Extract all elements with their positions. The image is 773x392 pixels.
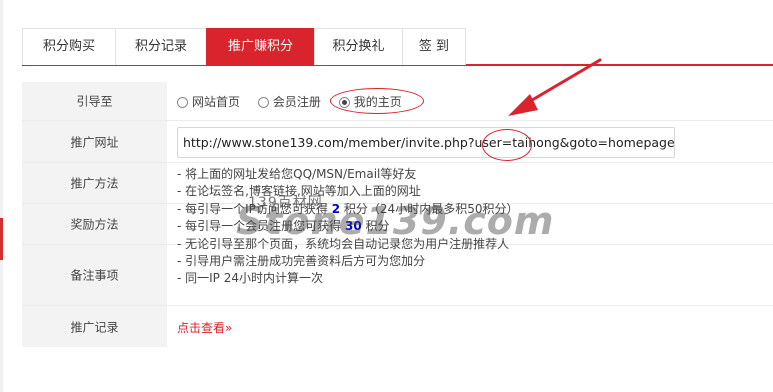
instruction-line: - 引导用户需注册成功完善资料后方可为您加分 bbox=[177, 253, 426, 268]
label-method: 推广方法 bbox=[22, 163, 167, 203]
label-url: 推广网址 bbox=[22, 121, 167, 162]
label-notes: 备注事项 bbox=[22, 245, 167, 305]
tab-points-record[interactable]: 积分记录 bbox=[115, 28, 207, 65]
label-guide: 引导至 bbox=[22, 82, 167, 120]
radio-homepage[interactable]: 网站首页 bbox=[177, 93, 240, 110]
instruction-line: - 每引导一个会员注册您可获得 30 积分 bbox=[177, 219, 390, 234]
annotation-ellipse-username bbox=[482, 129, 532, 161]
row-record: 推广记录 点击查看» bbox=[22, 306, 773, 347]
radio-circle-icon bbox=[177, 97, 188, 108]
label-record: 推广记录 bbox=[22, 306, 167, 347]
row-url: 推广网址 http://www.stone139.com/member/invi… bbox=[22, 121, 773, 163]
instruction-line: - 将上面的网址发给您QQ/MSN/Email等好友 bbox=[177, 167, 417, 181]
annotation-ellipse-my-homepage bbox=[330, 88, 424, 114]
instruction-line: - 在论坛签名,博客链接,网站等加入上面的网址 bbox=[177, 184, 421, 199]
annotation-arrow-icon bbox=[508, 58, 602, 116]
radio-register[interactable]: 会员注册 bbox=[257, 93, 321, 110]
left-accent-mark bbox=[0, 218, 3, 260]
view-records-link[interactable]: 点击查看» bbox=[177, 319, 232, 336]
instruction-line: - 同一IP 24小时内计算一次 bbox=[177, 271, 324, 286]
page-left-edge bbox=[0, 0, 3, 392]
radio-circle-icon bbox=[257, 97, 269, 108]
tab-points-purchase[interactable]: 积分购买 bbox=[22, 28, 116, 65]
tab-bar: 积分购买 积分记录 推广赚积分 积分换礼 签 到 bbox=[22, 28, 773, 66]
tab-checkin[interactable]: 签 到 bbox=[402, 28, 466, 65]
promotion-url-field[interactable]: http://www.stone139.com/member/invite.ph… bbox=[177, 127, 675, 158]
label-reward: 奖励方法 bbox=[22, 204, 167, 244]
tab-points-exchange[interactable]: 积分换礼 bbox=[314, 28, 403, 65]
instruction-line: - 无论引导至那个页面，系统均会自动记录您为用户注册推荐人 bbox=[177, 236, 510, 251]
instructions-list: - 将上面的网址发给您QQ/MSN/Email等好友 - 在论坛签名,博客链接,… bbox=[177, 166, 677, 288]
tab-promote-earn[interactable]: 推广赚积分 bbox=[206, 28, 315, 65]
instruction-line: - 每引导一个IP访问您可获得 2 积分（24小时内最多积50积分） bbox=[177, 201, 519, 216]
